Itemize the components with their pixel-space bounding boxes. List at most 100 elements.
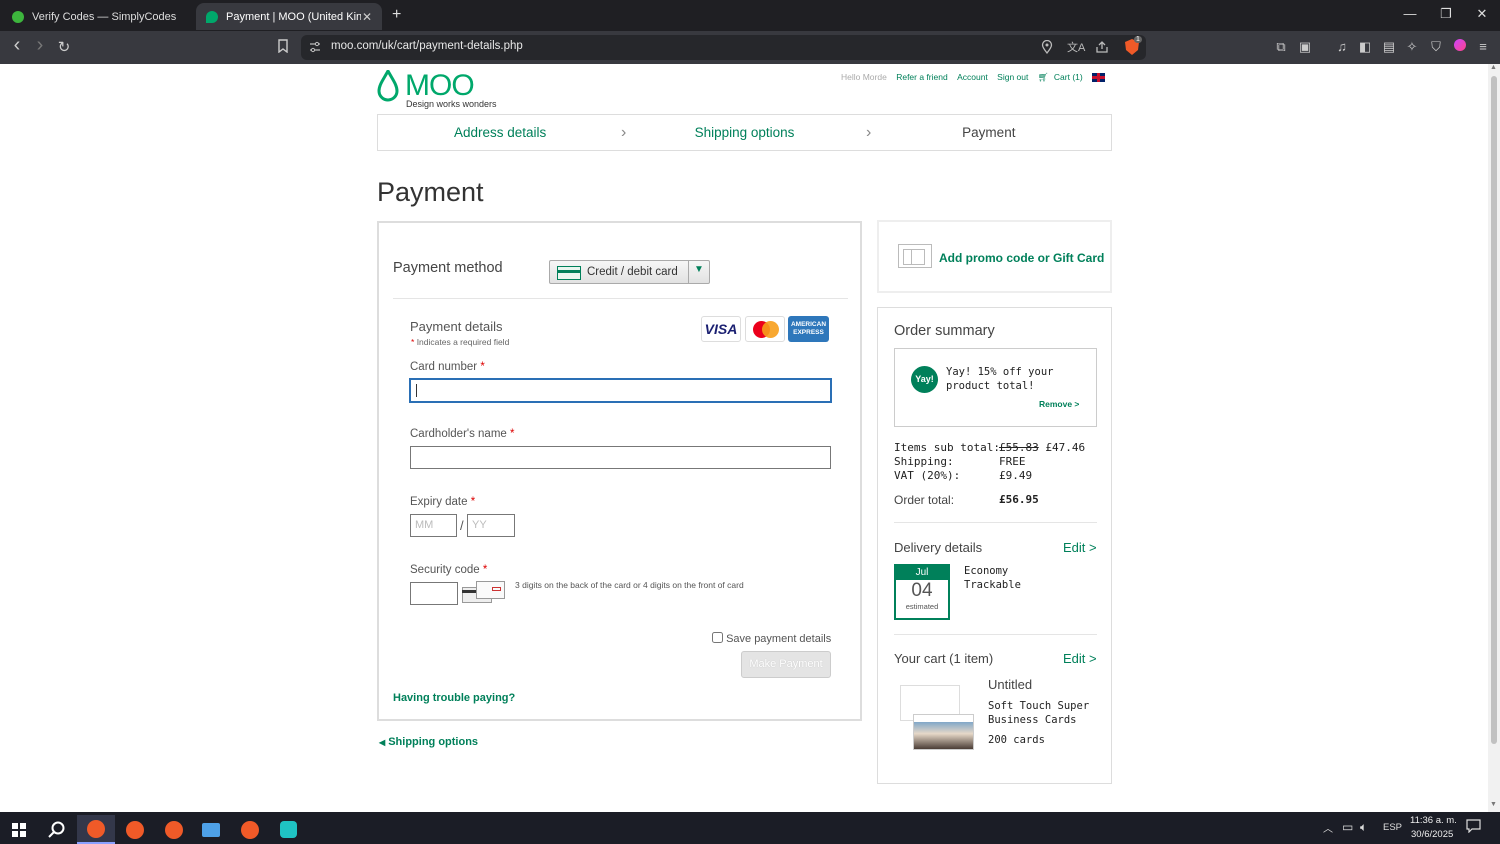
back-icon[interactable]: ‹ xyxy=(7,34,27,57)
scrollbar-thumb[interactable] xyxy=(1491,76,1497,744)
delivery-month: Jul xyxy=(896,566,948,580)
business-card-thumbnail xyxy=(900,685,974,753)
new-tab-button[interactable]: + xyxy=(392,6,401,24)
dropdown-arrow-icon[interactable]: ▼ xyxy=(694,264,704,275)
save-details-label[interactable]: Save payment details xyxy=(726,633,831,645)
edit-cart-link[interactable]: Edit > xyxy=(1063,651,1097,666)
page-content: MOO Design works wonders Hello Morde Ref… xyxy=(0,64,1488,812)
delivery-day: 04 xyxy=(911,580,933,601)
security-code-input[interactable] xyxy=(410,582,458,605)
gift-card-icon xyxy=(898,244,932,270)
volume-icon[interactable]: 🔈︎ xyxy=(1360,820,1367,835)
network-icon[interactable]: ▭ xyxy=(1342,820,1353,834)
make-payment-button[interactable]: Make Payment xyxy=(741,651,831,678)
card-cvv-illustration-icon xyxy=(462,581,505,603)
translate-icon[interactable]: 文A xyxy=(1067,39,1085,55)
refer-friend-link[interactable]: Refer a friend xyxy=(896,72,948,82)
extensions-icon[interactable]: ⧉ xyxy=(1273,39,1289,55)
shipping-options-link[interactable]: Shipping options xyxy=(388,736,478,748)
account-link[interactable]: Account xyxy=(957,72,988,82)
promo-code-box[interactable]: Add promo code or Gift Card xyxy=(877,220,1112,293)
wallet-icon[interactable]: ▤ xyxy=(1381,39,1397,55)
discount-box: Yay! Yay! 15% off your product total! Re… xyxy=(894,348,1097,427)
add-promo-link[interactable]: Add promo code or Gift Card xyxy=(939,251,1104,265)
having-trouble-link[interactable]: Having trouble paying? xyxy=(393,692,515,704)
minimize-icon[interactable]: — xyxy=(1400,6,1420,21)
browser-toolbar: ‹ › ↻ moo.com/uk/cart/payment-details.ph… xyxy=(0,31,1500,64)
brave-shield-icon[interactable]: 1 xyxy=(1123,36,1142,59)
media-icon[interactable]: ♫ xyxy=(1334,39,1350,55)
vpn-app-icon[interactable] xyxy=(269,815,307,844)
leo-ai-icon[interactable]: ✧ xyxy=(1404,39,1420,55)
step-shipping-options[interactable]: Shipping options xyxy=(622,115,866,150)
windows-start-icon[interactable] xyxy=(0,815,38,844)
vat-value: £9.49 xyxy=(999,469,1033,482)
cardholder-name-input[interactable] xyxy=(410,446,831,469)
order-total-value: £56.95 xyxy=(999,493,1039,506)
reader-icon[interactable]: ▣ xyxy=(1297,39,1313,55)
menu-icon[interactable]: ≡ xyxy=(1475,39,1491,55)
yay-badge: Yay! xyxy=(911,366,938,393)
save-details-checkbox[interactable] xyxy=(712,632,723,643)
subtotal-label: Items sub total: xyxy=(894,441,1000,454)
tab-payment-moo[interactable]: Payment | MOO (United Kingdom) ✕ xyxy=(196,3,382,30)
search-icon[interactable] xyxy=(38,815,76,844)
profile-avatar-icon[interactable] xyxy=(1452,39,1468,55)
uk-flag-icon[interactable] xyxy=(1092,73,1106,83)
location-icon[interactable] xyxy=(1041,39,1053,57)
card-number-input[interactable] xyxy=(410,379,831,402)
sign-out-link[interactable]: Sign out xyxy=(997,72,1028,82)
delivery-estimated: estimated xyxy=(905,602,939,611)
scroll-down-icon[interactable]: ▼ xyxy=(1490,801,1497,808)
payment-method-label: Payment method xyxy=(393,260,503,276)
remove-discount-link[interactable]: Remove > xyxy=(1039,399,1079,409)
order-summary-panel: Order summary Yay! Yay! 15% off your pro… xyxy=(877,307,1112,784)
expiry-year-input[interactable]: YY xyxy=(467,514,515,537)
forward-icon[interactable]: › xyxy=(30,34,50,57)
scroll-up-icon[interactable]: ▲ xyxy=(1490,64,1497,71)
step-address-details[interactable]: Address details xyxy=(378,115,622,150)
cart-item-quantity: 200 cards xyxy=(988,734,1045,746)
reload-icon[interactable]: ↻ xyxy=(54,38,74,56)
logo-text: MOO xyxy=(405,69,475,102)
tab-verify-codes[interactable]: Verify Codes — SimplyCodes xyxy=(2,3,194,30)
payment-method-select[interactable]: Credit / debit card ▼ xyxy=(549,260,710,284)
delivery-details-title: Delivery details xyxy=(894,540,983,555)
sidebar-icon[interactable]: ◧ xyxy=(1357,39,1373,55)
address-bar[interactable]: moo.com/uk/cart/payment-details.php 文A 1 xyxy=(301,35,1146,60)
edit-delivery-link[interactable]: Edit > xyxy=(1063,540,1097,555)
page-scrollbar[interactable]: ▲ ▼ xyxy=(1488,64,1500,812)
shipping-label: Shipping: xyxy=(894,455,954,468)
language-indicator[interactable]: ESP xyxy=(1383,822,1402,833)
share-icon[interactable] xyxy=(1095,40,1109,57)
close-tab-icon[interactable]: ✕ xyxy=(362,10,372,24)
order-summary-title: Order summary xyxy=(894,323,995,339)
restore-icon[interactable]: ❐ xyxy=(1436,6,1456,22)
expiry-separator: / xyxy=(460,518,464,533)
cart-icon[interactable]: 🛒︎ xyxy=(1038,72,1049,82)
brave-taskbar-icon-3[interactable] xyxy=(155,815,193,844)
site-settings-icon[interactable] xyxy=(309,40,321,57)
vpn-icon[interactable]: ⛉ xyxy=(1428,39,1444,55)
simplycodes-favicon-icon xyxy=(12,10,24,23)
tray-chevron-icon[interactable]: ︿ xyxy=(1323,820,1333,835)
your-cart-title: Your cart (1 item) xyxy=(894,651,994,666)
payment-method-value: Credit / debit card xyxy=(587,266,678,278)
close-window-icon[interactable]: ✕ xyxy=(1472,6,1492,22)
brave-taskbar-icon[interactable] xyxy=(77,815,115,844)
clock-date[interactable]: 30/6/2025 xyxy=(1411,829,1453,840)
brave-taskbar-icon-2[interactable] xyxy=(116,815,154,844)
bookmark-icon[interactable] xyxy=(273,39,293,56)
payment-details-title: Payment details xyxy=(410,319,503,334)
url-text: moo.com/uk/cart/payment-details.php xyxy=(331,40,523,52)
brave-taskbar-icon-4[interactable] xyxy=(231,815,269,844)
cardholder-label: Cardholder's name * xyxy=(410,428,515,440)
back-to-shipping[interactable]: ◀ Shipping options xyxy=(379,736,478,748)
checkout-steps: Address details Shipping options Payment… xyxy=(377,114,1112,151)
visa-logo-icon: VISA xyxy=(701,316,741,342)
file-explorer-icon[interactable] xyxy=(192,815,230,844)
cart-link[interactable]: Cart (1) xyxy=(1054,72,1083,82)
clock-time[interactable]: 11:36 a. m. xyxy=(1410,815,1457,826)
expiry-month-input[interactable]: MM xyxy=(410,514,457,537)
notifications-icon[interactable] xyxy=(1466,819,1481,836)
